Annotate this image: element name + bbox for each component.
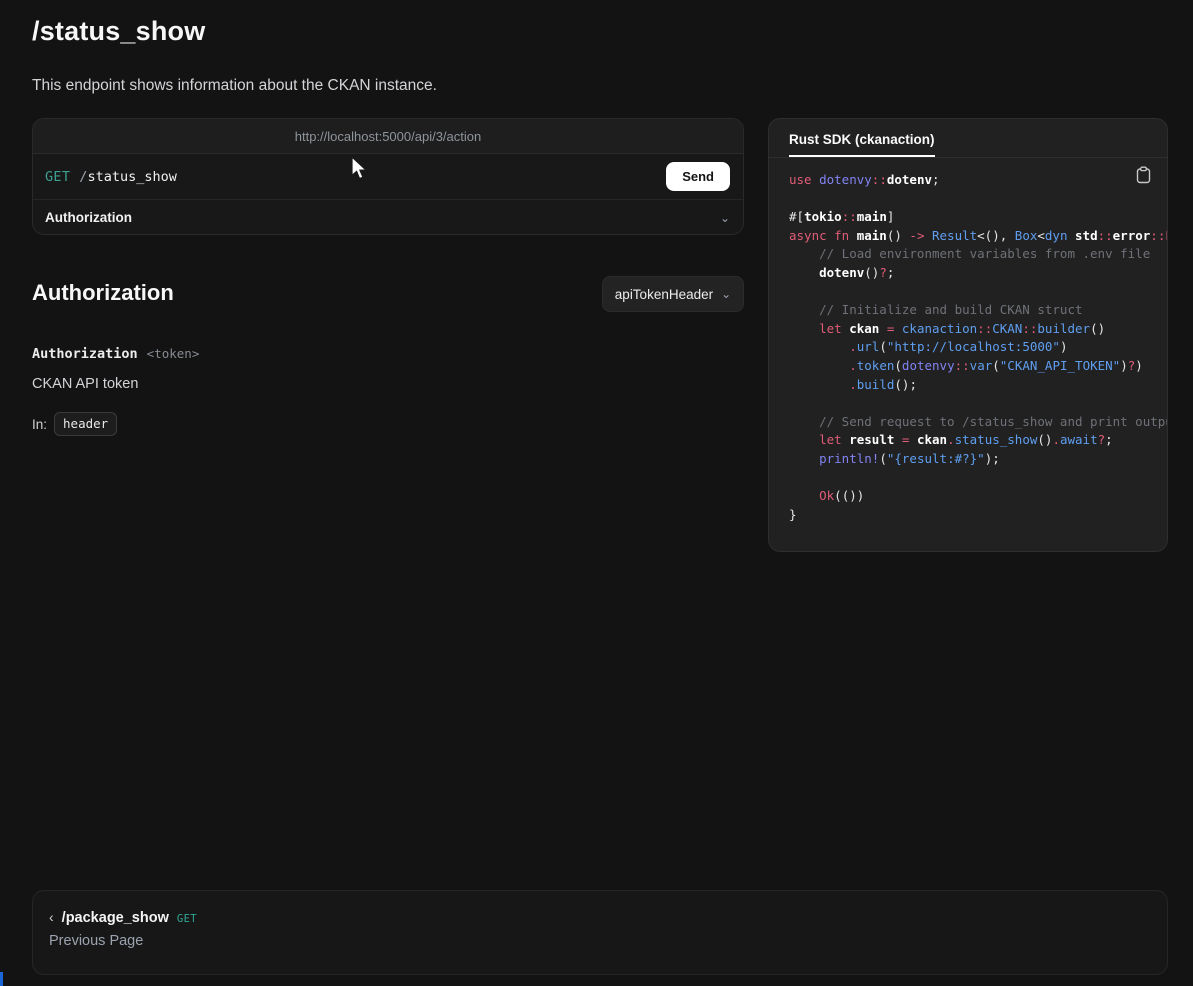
code-example-panel: Rust SDK (ckanaction) use dotenvy::doten… — [768, 118, 1168, 552]
authorization-row-label: Authorization — [45, 210, 132, 225]
code-line: #[tokio::main] — [789, 208, 1167, 227]
auth-in-row: In: header — [32, 412, 117, 436]
page: /status_show This endpoint shows informa… — [0, 0, 1193, 986]
authorization-collapsible-row[interactable]: Authorization ⌄ — [33, 199, 743, 235]
code-line: Ok(()) — [789, 487, 1167, 506]
page-title: /status_show — [32, 16, 205, 47]
request-row: GET /status_show Send — [33, 154, 743, 199]
code-area: use dotenvy::dotenv; #[tokio::main]async… — [769, 158, 1167, 544]
code-line: dotenv()?; — [789, 264, 1167, 283]
previous-page-label: Previous Page — [49, 933, 1151, 949]
code-tabs: Rust SDK (ckanaction) — [769, 119, 1167, 158]
method-badge: GET — [45, 169, 70, 185]
auth-scheme-select[interactable]: apiTokenHeader ⌄ — [602, 276, 744, 312]
base-url: http://localhost:5000/api/3/action — [295, 129, 481, 144]
auth-param-description: CKAN API token — [32, 376, 138, 392]
auth-param-type: <token> — [147, 346, 200, 361]
code-line: println!("{result:#?}"); — [789, 450, 1167, 469]
auth-scheme-value: apiTokenHeader — [615, 287, 713, 302]
page-description: This endpoint shows information about th… — [32, 77, 437, 95]
code-line: let ckan = ckanaction::CKAN::builder() — [789, 320, 1167, 339]
code-line: let result = ckan.status_show().await?; — [789, 431, 1167, 450]
code-block: use dotenvy::dotenv; #[tokio::main]async… — [789, 171, 1167, 524]
clipboard-icon[interactable] — [1136, 166, 1151, 187]
base-url-bar: http://localhost:5000/api/3/action — [33, 119, 743, 154]
code-line: use dotenvy::dotenv; — [789, 171, 1167, 190]
code-line — [789, 394, 1167, 413]
previous-page-title: /package_show — [62, 910, 169, 926]
code-line — [789, 283, 1167, 302]
authorization-heading: Authorization — [32, 280, 174, 306]
chevron-down-icon: ⌄ — [721, 287, 731, 301]
auth-param-name: Authorization — [32, 346, 138, 362]
in-label: In: — [32, 417, 47, 432]
auth-param-row: Authorization <token> — [32, 346, 199, 362]
chevron-left-icon: ‹ — [49, 909, 54, 925]
code-line: .url("http://localhost:5000") — [789, 338, 1167, 357]
previous-page-titlerow: ‹ /package_show GET — [49, 909, 1151, 926]
code-line — [789, 190, 1167, 209]
code-line: // Load environment variables from .env … — [789, 245, 1167, 264]
request-path: /status_show — [79, 169, 177, 185]
previous-page-method-badge: GET — [177, 913, 197, 925]
code-line: .token(dotenvy::var("CKAN_API_TOKEN")?) — [789, 357, 1167, 376]
in-value-badge: header — [54, 412, 117, 436]
scroll-accent-tick — [0, 972, 3, 986]
previous-page-card[interactable]: ‹ /package_show GET Previous Page — [32, 890, 1168, 975]
request-card: http://localhost:5000/api/3/action GET /… — [32, 118, 744, 235]
code-line: // Initialize and build CKAN struct — [789, 301, 1167, 320]
code-line: } — [789, 506, 1167, 525]
code-line: // Send request to /status_show and prin… — [789, 413, 1167, 432]
send-button[interactable]: Send — [666, 162, 730, 191]
code-line: async fn main() -> Result<(), Box<dyn st… — [789, 227, 1167, 246]
code-line: .build(); — [789, 376, 1167, 395]
code-line — [789, 469, 1167, 488]
chevron-down-icon[interactable]: ⌄ — [720, 211, 730, 225]
tab-rust-sdk[interactable]: Rust SDK (ckanaction) — [789, 132, 935, 157]
